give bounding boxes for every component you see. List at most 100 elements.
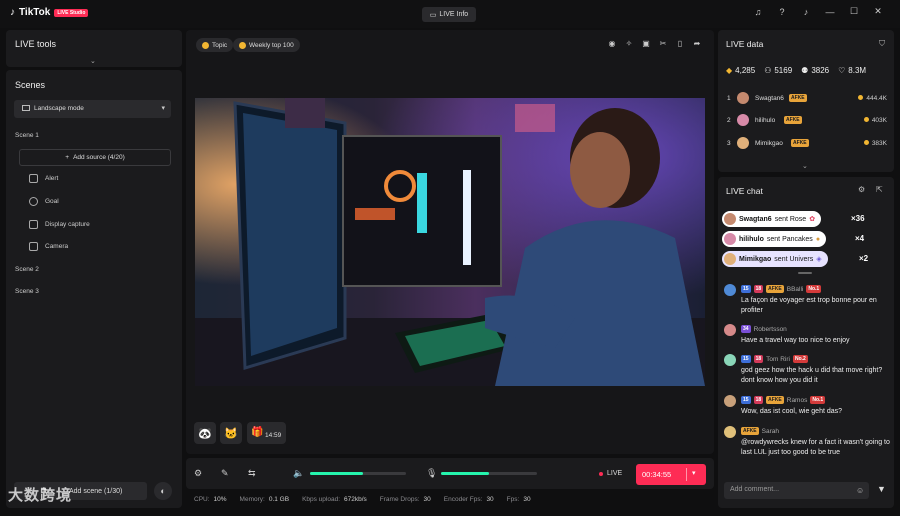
message-text: Wow, das ist cool, wie geht das? bbox=[741, 408, 843, 415]
viewers-icon: ⚇ bbox=[764, 66, 772, 75]
ranking-row[interactable]: 3 Mimikgao AFKE 383K bbox=[727, 137, 887, 151]
ranking-row[interactable]: 2 hilihulo AFKE 403K bbox=[727, 114, 887, 128]
score: 403K bbox=[864, 117, 887, 124]
live-info-button[interactable]: ▭ LIVE Info bbox=[422, 7, 476, 22]
source-item-goal[interactable]: Goal bbox=[29, 197, 59, 206]
gift-thumb-1[interactable]: 🐼 bbox=[194, 422, 216, 444]
app-name: TikTok bbox=[19, 7, 51, 18]
weekly-rank-chip[interactable]: Weekly top 100 bbox=[233, 38, 300, 52]
message-text: @rowdywrecks knew for a fact it wasn't g… bbox=[741, 439, 890, 456]
magic-wand-icon[interactable]: ✎ bbox=[221, 468, 229, 479]
score: 444.4K bbox=[858, 95, 887, 102]
username: BBalli bbox=[786, 285, 804, 293]
adjust-icon[interactable]: ⇆ bbox=[248, 468, 256, 479]
live-tools-title: LIVE tools bbox=[15, 39, 57, 49]
username: Robertsson bbox=[753, 325, 787, 333]
live-studio-badge: LIVE Studio bbox=[54, 8, 89, 17]
live-metrics: ◆ 4,285 ⚇ 5169 ⚉ 3826 ♡ 8.3M bbox=[726, 66, 866, 75]
score: 383K bbox=[864, 140, 887, 147]
mic-volume-slider[interactable] bbox=[441, 472, 537, 475]
orientation-select[interactable]: Landscape mode ▾ bbox=[14, 100, 171, 118]
chat-settings-icon[interactable]: ⚙ bbox=[858, 185, 865, 194]
preview-toolbar: ◉ ✧ ▣ ✂ ▯ ➦ bbox=[606, 39, 703, 48]
gift-notification: Mimikgao sent Univers ◈ bbox=[722, 251, 828, 267]
scene-2-label[interactable]: Scene 2 bbox=[15, 266, 39, 273]
chevron-down-icon[interactable]: ⌄ bbox=[90, 57, 96, 65]
display-icon bbox=[29, 220, 38, 229]
shield-icon[interactable]: ⛉ bbox=[879, 39, 885, 49]
elapsed-time: 00:34:55 bbox=[642, 470, 672, 479]
message-text: Have a travel way too nice to enjoy bbox=[741, 337, 850, 344]
gift-notification: Swagtan6 sent Rose ✿ bbox=[722, 211, 822, 227]
bell-icon[interactable]: ♫ bbox=[746, 7, 770, 17]
performance-stats: CPU: 10% Memory: 0.1 GB Kbps upload: 672kb/… bbox=[194, 496, 531, 503]
followers-icon: ⚉ bbox=[801, 66, 809, 75]
live-preview-video bbox=[195, 98, 705, 386]
dropdown-arrow-icon[interactable]: ▾ bbox=[692, 469, 696, 477]
topic-icon bbox=[202, 41, 209, 49]
live-info-label: LIVE Info bbox=[439, 11, 469, 18]
help-icon[interactable]: ? bbox=[770, 7, 794, 17]
afk-badge: AFKE bbox=[791, 139, 809, 147]
comment-input[interactable]: Add comment... bbox=[724, 482, 869, 499]
source-label: Goal bbox=[45, 198, 59, 205]
emoji-icon[interactable]: ☺ bbox=[856, 486, 864, 495]
speaker-icon[interactable]: 🔈 bbox=[293, 468, 304, 479]
gift-thumb-2[interactable]: 🐱 bbox=[220, 422, 242, 444]
minimize-icon[interactable]: — bbox=[818, 7, 842, 17]
resize-handle[interactable] bbox=[798, 272, 812, 274]
record-icon[interactable]: ◉ bbox=[606, 39, 618, 48]
universe-icon: ◈ bbox=[816, 256, 822, 263]
scene-3-label[interactable]: Scene 3 bbox=[15, 288, 39, 295]
settings-icon[interactable]: ⚙ bbox=[194, 468, 202, 479]
source-label: Camera bbox=[45, 243, 69, 250]
avatar bbox=[724, 253, 736, 265]
speaker-volume-fill bbox=[310, 472, 363, 475]
speaker-volume-slider[interactable] bbox=[310, 472, 406, 475]
phone-icon[interactable]: ▯ bbox=[674, 39, 686, 48]
gift-count: ×36 bbox=[851, 214, 865, 223]
avatar bbox=[724, 354, 736, 366]
gift-icon: 🎁 bbox=[251, 427, 264, 438]
microphone-icon[interactable]: 🎙 bbox=[426, 468, 437, 479]
popout-icon[interactable]: ⇱ bbox=[876, 185, 883, 194]
afk-badge: AFKE bbox=[789, 94, 807, 102]
maximize-icon[interactable]: ☐ bbox=[842, 6, 866, 17]
camera-icon bbox=[29, 242, 38, 251]
tiktok-account-icon[interactable]: ♪ bbox=[794, 7, 818, 17]
end-live-button[interactable]: 00:34:55 ▾ bbox=[636, 464, 706, 485]
app-brand: ♪ TikTok LIVE Studio bbox=[10, 7, 89, 18]
effects-icon[interactable]: ✧ bbox=[623, 39, 635, 48]
layout-icon[interactable]: ▣ bbox=[640, 39, 652, 48]
avatar bbox=[724, 324, 736, 336]
live-dot-icon bbox=[599, 471, 603, 476]
live-tools-panel: LIVE tools ⌄ bbox=[6, 30, 182, 67]
ranking-row[interactable]: 1 Swagtan6 AFKE 444.4K bbox=[727, 92, 887, 106]
source-item-camera[interactable]: Camera bbox=[29, 242, 68, 251]
send-icon[interactable]: ▼ bbox=[877, 484, 886, 494]
diamond-icon: ◆ bbox=[726, 66, 733, 75]
share-icon[interactable]: ➦ bbox=[691, 39, 703, 48]
orientation-value: Landscape mode bbox=[34, 105, 84, 112]
palette-icon[interactable]: ◐ bbox=[154, 482, 172, 500]
metric-likes: ♡ 8.3M bbox=[838, 66, 867, 75]
username: Tom Riri bbox=[766, 355, 790, 363]
scissors-icon[interactable]: ✂ bbox=[657, 39, 669, 48]
live-data-title: LIVE data bbox=[726, 39, 764, 49]
source-label: Display capture bbox=[45, 221, 90, 228]
avatar bbox=[724, 284, 736, 296]
close-icon[interactable]: ✕ bbox=[866, 6, 890, 17]
metric-diamonds: ◆ 4,285 bbox=[726, 66, 756, 75]
scene-1-label[interactable]: Scene 1 bbox=[15, 132, 39, 139]
plus-icon: + bbox=[65, 154, 70, 161]
add-source-button[interactable]: + Add source (4/20) bbox=[19, 149, 171, 166]
topic-chip[interactable]: Topic bbox=[196, 38, 234, 52]
gift-timer-value: 14:59 bbox=[265, 432, 282, 439]
source-item-display-capture[interactable]: Display capture bbox=[29, 220, 90, 229]
add-source-label: Add source (4/20) bbox=[73, 154, 125, 161]
gift-timer-chip[interactable]: 🎁 14:59 bbox=[247, 422, 286, 444]
chevron-down-icon[interactable]: ⌄ bbox=[802, 162, 808, 170]
source-item-alert[interactable]: Alert bbox=[29, 174, 58, 183]
tiktok-logo-icon: ♪ bbox=[10, 7, 15, 18]
crown-icon bbox=[239, 41, 246, 49]
